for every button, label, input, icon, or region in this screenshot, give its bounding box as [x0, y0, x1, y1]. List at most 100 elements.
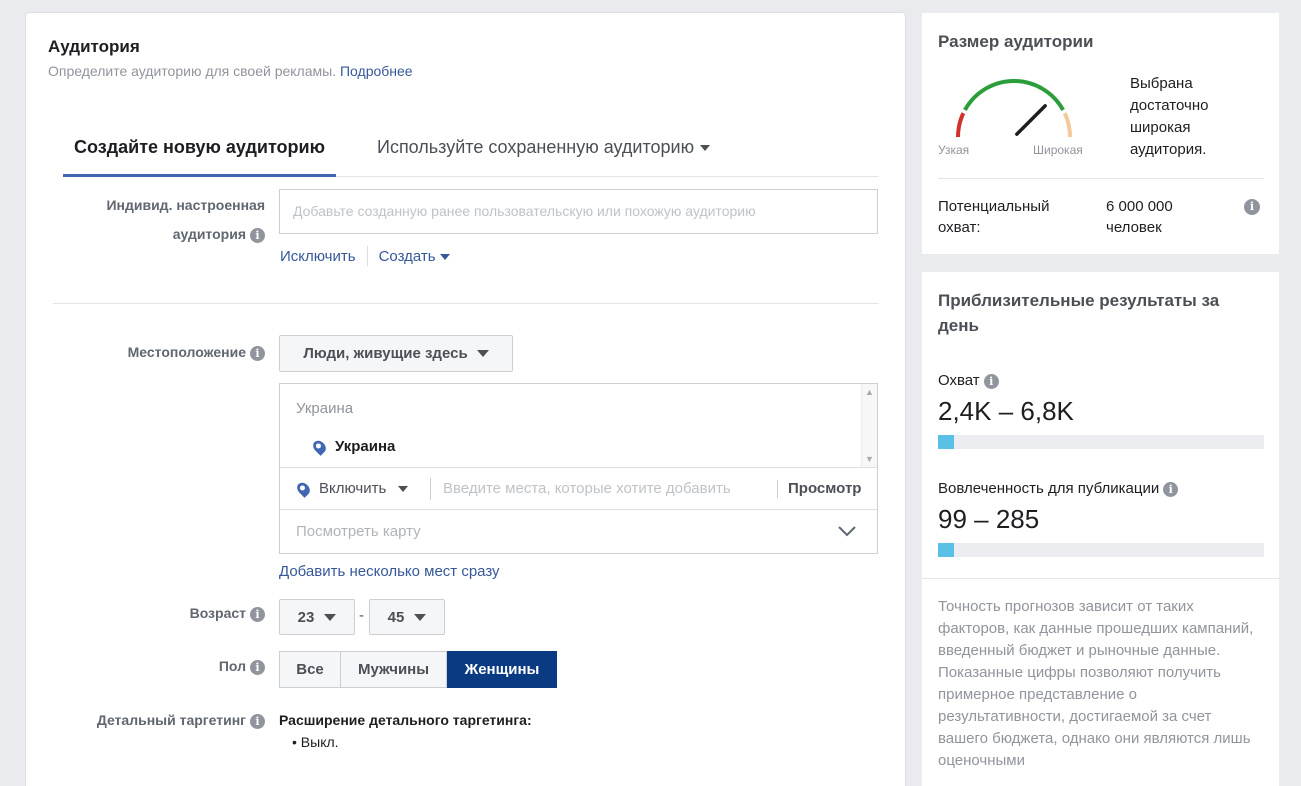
audience-size-card: Размер аудитории Узкая Широкая Выбрана д…: [922, 13, 1279, 254]
custom-audience-actions: Исключить Создать: [280, 246, 450, 266]
info-icon[interactable]: i: [1163, 481, 1179, 497]
engagement-label: Вовлеченность для публикации i: [938, 480, 1179, 497]
targeting-expansion-value: • Выкл.: [292, 734, 339, 750]
gender-men-button[interactable]: Мужчины: [341, 651, 447, 688]
custom-audience-label: Индивид. настроенная аудитория i: [106, 191, 265, 249]
location-label-text: Местоположение: [127, 344, 246, 360]
reach-label: Охват i: [938, 372, 999, 389]
info-icon[interactable]: i: [250, 606, 265, 622]
browse-button[interactable]: Просмотр: [778, 480, 861, 497]
age-min-value: 23: [297, 608, 315, 626]
age-label: Возраст i: [190, 599, 265, 628]
engagement-bar: [938, 543, 1264, 557]
audience-subtitle: Определите аудиторию для своей рекламы. …: [48, 63, 413, 79]
learn-more-link[interactable]: Подробнее: [340, 63, 413, 79]
location-type-dropdown[interactable]: Люди, живущие здесь: [279, 335, 513, 372]
include-label: Включить: [319, 480, 387, 497]
audience-title: Аудитория: [48, 37, 140, 56]
info-icon[interactable]: i: [250, 659, 265, 675]
daily-results-title: Приблизительные результаты за день: [938, 291, 1220, 335]
location-scrollbar[interactable]: ▲ ▼: [861, 384, 877, 467]
age-max-dropdown[interactable]: 45: [369, 599, 445, 635]
targeting-expansion-value-text: Выкл.: [300, 734, 339, 750]
gauge-wide-label: Широкая: [1033, 143, 1083, 157]
caret-down-icon: [700, 145, 711, 152]
age-min-dropdown[interactable]: 23: [279, 599, 355, 635]
tab-create-label: Создайте новую аудиторию: [74, 137, 325, 157]
info-icon[interactable]: i: [250, 713, 265, 729]
location-selected-item[interactable]: Украина: [310, 437, 396, 456]
info-icon[interactable]: i: [250, 227, 265, 243]
potential-reach-value: 6 000 000 человек: [1106, 198, 1173, 236]
location-group-header: Украина: [296, 400, 354, 417]
location-label: Местоположение i: [128, 338, 265, 367]
audience-subtitle-text: Определите аудиторию для своей рекламы.: [48, 63, 337, 79]
audience-size-title: Размер аудитории: [938, 32, 1094, 51]
age-separator: -: [359, 607, 364, 624]
reach-label-text: Охват: [938, 372, 980, 389]
gauge-narrow-label: Узкая: [938, 143, 970, 157]
location-list: Украина Украина ▲ ▼: [280, 384, 877, 468]
gender-selector: Все Мужчины Женщины: [279, 651, 557, 688]
targeting-expansion-title: Расширение детального таргетинга:: [279, 712, 532, 728]
audience-size-divider: [938, 178, 1264, 179]
daily-results-divider: [922, 578, 1279, 579]
age-max-value: 45: [387, 608, 405, 626]
link-divider: [366, 246, 368, 266]
scroll-down-icon[interactable]: ▼: [862, 454, 877, 464]
custom-audience-label-line2: аудитория: [172, 226, 246, 242]
section-divider: [53, 303, 879, 304]
create-link-label: Создать: [378, 247, 436, 265]
age-label-text: Возраст: [189, 605, 246, 621]
info-icon[interactable]: i: [1244, 199, 1260, 215]
caret-down-icon: [476, 350, 489, 357]
caret-down-icon: [324, 613, 337, 621]
info-icon[interactable]: i: [250, 345, 265, 361]
gender-label-text: Пол: [218, 658, 246, 674]
create-link[interactable]: Создать: [379, 248, 450, 265]
tab-saved-label: Используйте сохраненную аудиторию: [377, 137, 695, 157]
scroll-up-icon[interactable]: ▲: [862, 387, 877, 397]
engagement-bar-fill: [938, 543, 955, 557]
reach-bar: [938, 435, 1264, 449]
custom-audience-label-line1: Индивид. настроенная: [106, 197, 265, 213]
detailed-targeting-label: Детальный таргетинг i: [97, 706, 265, 735]
reach-bar-fill: [938, 435, 955, 449]
location-include-row: Включить Введите места, которые хотите д…: [280, 468, 877, 510]
audience-gauge: [956, 79, 1072, 138]
tab-saved-audience[interactable]: Используйте сохраненную аудиторию: [377, 133, 711, 177]
detailed-targeting-label-text: Детальный таргетинг: [96, 712, 246, 728]
forecast-disclaimer: Точность прогнозов зависит от таких факт…: [938, 598, 1254, 769]
add-multiple-locations-link[interactable]: Добавить несколько мест сразу: [279, 563, 500, 580]
location-search-placeholder: Введите места, которые хотите добавить: [443, 479, 731, 497]
view-map-row[interactable]: Посмотреть карту: [280, 510, 877, 553]
caret-down-icon: [398, 485, 409, 492]
potential-reach-label: Потенциальный охват:: [938, 198, 1050, 236]
caret-down-icon: [414, 613, 427, 621]
location-type-label: Люди, живущие здесь: [303, 345, 468, 362]
view-map-label: Посмотреть карту: [296, 523, 421, 540]
location-pin-icon: [310, 437, 329, 456]
reach-value: 2,4K – 6,8K: [938, 396, 1074, 426]
location-pin-icon: [294, 479, 313, 498]
include-dropdown[interactable]: Включить: [280, 468, 430, 509]
audience-size-description: Выбрана достаточно широкая аудитория.: [1130, 75, 1209, 158]
gender-all-button[interactable]: Все: [279, 651, 341, 688]
custom-audience-placeholder: Добавьте созданную ранее пользовательску…: [293, 203, 756, 219]
engagement-value: 99 – 285: [938, 504, 1040, 534]
chevron-down-icon: [838, 526, 856, 537]
exclude-link[interactable]: Исключить: [280, 248, 356, 265]
audience-tabs: Создайте новую аудиторию Используйте сох…: [63, 133, 879, 177]
gender-label: Пол i: [219, 652, 265, 681]
location-search-input[interactable]: Введите места, которые хотите добавить: [431, 480, 777, 498]
audience-card: Аудитория Определите аудиторию для своей…: [25, 12, 906, 786]
daily-results-card: Приблизительные результаты за день Охват…: [922, 272, 1279, 786]
gender-women-button[interactable]: Женщины: [447, 651, 557, 688]
info-icon[interactable]: i: [983, 373, 999, 389]
engagement-label-text: Вовлеченность для публикации: [938, 480, 1160, 497]
caret-down-icon: [439, 253, 450, 260]
location-selected-label: Украина: [335, 438, 396, 455]
custom-audience-input[interactable]: Добавьте созданную ранее пользовательску…: [279, 189, 878, 234]
location-box: Украина Украина ▲ ▼ Включить Введите мес…: [279, 383, 878, 554]
tab-create-new-audience[interactable]: Создайте новую аудиторию: [63, 133, 336, 177]
